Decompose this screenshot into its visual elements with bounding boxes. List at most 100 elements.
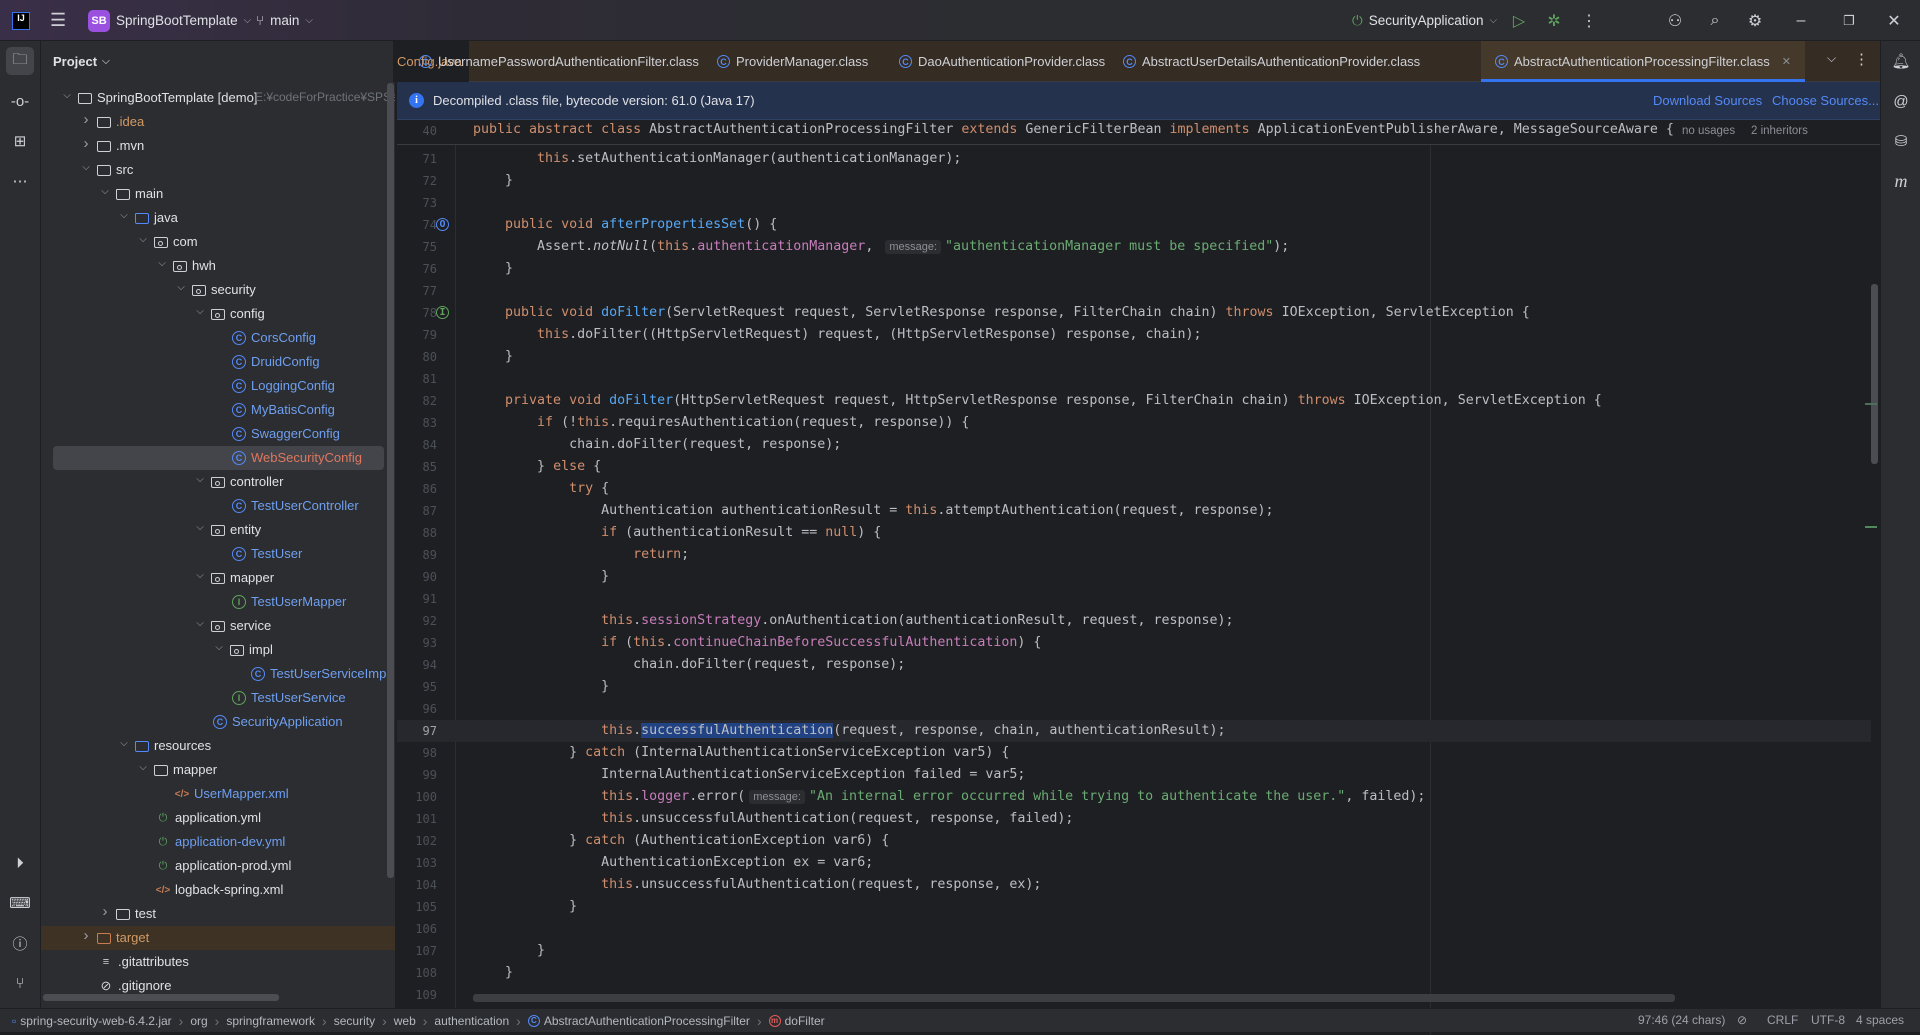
editor-tab[interactable]: C AbstractAuthenticationProcessingFilter.… — [1481, 41, 1806, 82]
code-line[interactable]: 89 return; — [397, 544, 1871, 566]
inheritors-hint[interactable]: 2 inheritors — [1751, 125, 1808, 137]
chevron-right-icon[interactable]: › — [80, 135, 92, 152]
code-line[interactable]: 86 try { — [397, 478, 1871, 500]
code-line[interactable]: 80 } — [397, 346, 1871, 368]
tree-item[interactable]: C SecurityApplication — [41, 710, 395, 734]
tree-item[interactable]: ⌵ controller — [41, 470, 395, 494]
run-icon[interactable]: ▷ — [1506, 8, 1532, 34]
code-line[interactable]: 73 — [397, 192, 1871, 214]
tree-item[interactable]: ⌵ main — [41, 182, 395, 206]
tree-item[interactable]: ⌵ security — [41, 278, 395, 302]
tree-item[interactable]: ⌵ java — [41, 206, 395, 230]
editor-tab[interactable]: C DaoAuthenticationProvider.class — [887, 41, 1117, 82]
tree-item[interactable]: ≡ .gitattributes — [41, 950, 395, 974]
code-line[interactable]: 95 } — [397, 676, 1871, 698]
code-line[interactable]: 72 } — [397, 170, 1871, 192]
code-line[interactable]: 91 — [397, 588, 1871, 610]
indent-setting[interactable]: 4 spaces — [1856, 1013, 1904, 1027]
code-line[interactable]: 100 this.logger.error(message: "An intern… — [397, 786, 1871, 808]
tree-item[interactable]: C TestUserServiceImpl — [41, 662, 395, 686]
chevron-right-icon[interactable]: › — [80, 111, 92, 128]
tree-item[interactable]: C DruidConfig — [41, 350, 395, 374]
chevron-down-icon[interactable]: ⌵ — [99, 186, 111, 197]
tree-item[interactable]: C TestUser — [41, 542, 395, 566]
chevron-down-icon[interactable]: ⌵ — [213, 642, 225, 653]
tree-item[interactable]: ⏻ application.yml — [41, 806, 395, 830]
chevron-down-icon[interactable]: ⌵ — [118, 738, 130, 749]
tree-item[interactable]: C LoggingConfig — [41, 374, 395, 398]
chevron-down-icon[interactable]: ⌵ — [80, 162, 92, 173]
chevron-down-icon[interactable]: ⌵ — [194, 618, 206, 629]
code-line[interactable]: 107 } — [397, 940, 1871, 962]
add-user-icon[interactable]: ⚇ — [1662, 8, 1688, 34]
code-line[interactable]: 99 InternalAuthenticationServiceExceptio… — [397, 764, 1871, 786]
code-line[interactable]: 71 this.setAuthenticationManager(authent… — [397, 148, 1871, 170]
tree-item[interactable]: ⌵ entity — [41, 518, 395, 542]
intellij-logo[interactable]: IJ — [12, 0, 30, 41]
code-line[interactable]: 106 — [397, 918, 1871, 940]
debug-icon[interactable]: ✲ — [1541, 8, 1567, 34]
editor-horizontal-scrollbar[interactable] — [473, 994, 1675, 1002]
code-editor[interactable]: 71 this.setAuthenticationManager(authent… — [397, 145, 1880, 1008]
tree-item[interactable]: ⌵ com — [41, 230, 395, 254]
tree-item[interactable]: ⌵ config — [41, 302, 395, 326]
tree-item[interactable]: C MyBatisConfig — [41, 398, 395, 422]
tree-item[interactable]: ⌵ resources — [41, 734, 395, 758]
tree-item[interactable]: ⌵ impl — [41, 638, 395, 662]
breadcrumb-item[interactable]: org — [190, 1014, 207, 1028]
tree-item[interactable]: › test — [41, 902, 395, 926]
file-encoding[interactable]: UTF-8 — [1811, 1013, 1845, 1027]
tree-horizontal-scrollbar[interactable] — [43, 994, 279, 1001]
settings-icon[interactable]: ⚙ — [1742, 8, 1768, 34]
search-icon[interactable]: ⌕ — [1702, 8, 1728, 34]
code-line[interactable]: 104 this.unsuccessfulAuthentication(requ… — [397, 874, 1871, 896]
tree-item[interactable]: </> logback-spring.xml — [41, 878, 395, 902]
project-tool-icon[interactable]: 🗀 — [6, 47, 34, 75]
chevron-down-icon[interactable]: ⌵ — [61, 90, 73, 101]
code-line[interactable]: 83 if (!this.requiresAuthentication(requ… — [397, 412, 1871, 434]
code-line[interactable]: 97 this.successfulAuthentication(request… — [397, 720, 1871, 742]
tree-item[interactable]: › .idea — [41, 110, 395, 134]
restore-button[interactable]: ❐ — [1836, 8, 1862, 34]
breadcrumb-item[interactable]: web — [394, 1014, 416, 1028]
line-ending[interactable]: CRLF — [1767, 1013, 1798, 1027]
editor-tab[interactable]: C UsernamePasswordAuthenticationFilter.cl… — [407, 41, 711, 82]
code-line[interactable]: 76 } — [397, 258, 1871, 280]
branch-selector[interactable]: ⑂ main ⌵ — [256, 0, 313, 41]
implements-method-icon[interactable]: I — [436, 306, 449, 319]
tree-item[interactable]: ⌵ hwh — [41, 254, 395, 278]
breadcrumb-item[interactable]: springframework — [226, 1014, 315, 1028]
tree-vertical-scrollbar[interactable] — [387, 83, 394, 878]
tree-item[interactable]: C TestUserController — [41, 494, 395, 518]
tree-item[interactable]: ⌵ SpringBootTemplate [demo] E:¥codeForPrac… — [41, 86, 395, 110]
caret-position[interactable]: 97:46 (24 chars) — [1638, 1013, 1725, 1027]
tree-item[interactable]: C SwaggerConfig — [41, 422, 395, 446]
close-tab-icon[interactable]: ✕ — [1782, 55, 1791, 68]
usages-hint[interactable]: no usages — [1682, 125, 1735, 137]
tree-item[interactable]: ⌵ mapper — [41, 758, 395, 782]
project-selector[interactable]: SB SpringBootTemplate ⌵ — [88, 0, 251, 41]
tree-item[interactable]: I TestUserMapper — [41, 590, 395, 614]
tree-item[interactable]: I TestUserService — [41, 686, 395, 710]
overrides-method-icon[interactable]: O — [436, 218, 449, 231]
main-menu-icon[interactable]: ☰ — [50, 0, 66, 41]
editor-tab[interactable]: C AbstractUserDetailsAuthenticationProvid… — [1111, 41, 1432, 82]
chevron-down-icon[interactable]: ⌵ — [194, 522, 206, 533]
readonly-icon[interactable]: ⊘ — [1737, 1013, 1747, 1027]
project-view-selector[interactable]: Project ⌵ — [53, 41, 110, 81]
chevron-down-icon[interactable]: ⌵ — [118, 210, 130, 221]
more-tools-icon[interactable]: ⋯ — [6, 167, 34, 195]
chevron-down-icon[interactable]: ⌵ — [137, 762, 149, 773]
code-line[interactable]: 101 this.unsuccessfulAuthentication(requ… — [397, 808, 1871, 830]
minimize-button[interactable]: – — [1788, 8, 1814, 34]
chevron-right-icon[interactable]: › — [99, 903, 111, 920]
tree-item[interactable]: ⌵ mapper — [41, 566, 395, 590]
tree-item[interactable]: ⌵ src — [41, 158, 395, 182]
breadcrumb-item[interactable]: security — [334, 1014, 375, 1028]
editor-tab[interactable]: C ProviderManager.class — [705, 41, 880, 82]
code-line[interactable]: 75 Assert.notNull(this.authenticationMan… — [397, 236, 1871, 258]
chevron-right-icon[interactable]: › — [80, 927, 92, 944]
code-line[interactable]: 74 O public void afterPropertiesSet() { — [397, 214, 1871, 236]
ai-assistant-icon[interactable]: @ — [1887, 87, 1915, 115]
code-line[interactable]: 93 if (this.continueChainBeforeSuccessfu… — [397, 632, 1871, 654]
